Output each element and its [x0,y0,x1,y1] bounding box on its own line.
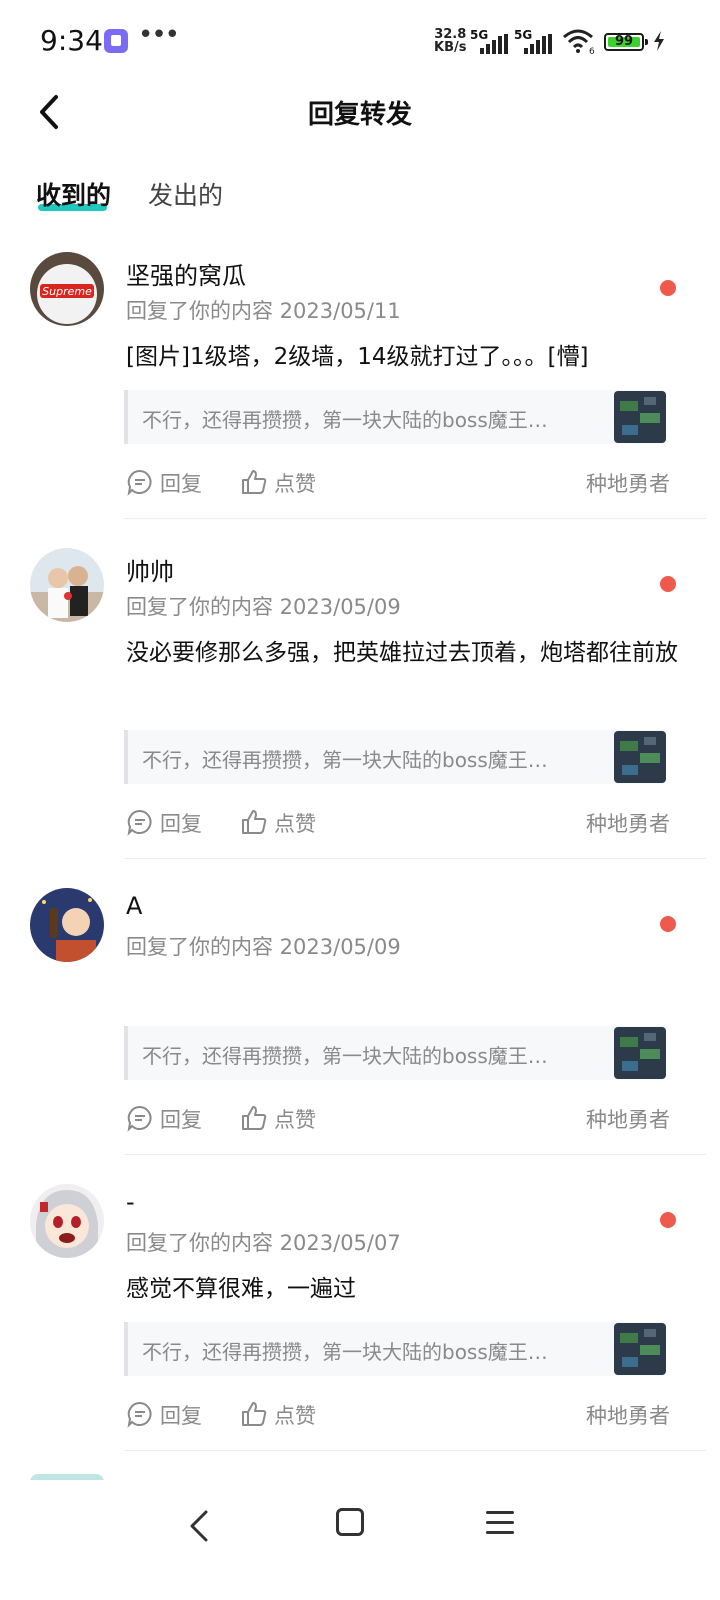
comment-icon [127,1401,152,1428]
comment-icon [127,469,152,496]
avatar[interactable] [30,1184,104,1258]
status-bar: 9:34 ••• 32.8 KB/s 5G 5G 6 99 [0,0,720,80]
like-label: 点赞 [274,1108,316,1132]
reply-meta: 回复了你的内容 2023/05/11 [126,299,401,323]
svg-text:Supreme: Supreme [42,285,92,298]
quoted-post-thumbnail [614,1027,666,1079]
status-time: 9:34 [40,24,103,57]
comment-icon [127,809,152,836]
quoted-post-text: 不行，还得再攒攒，第一块大陆的boss魔王… [142,1044,548,1068]
wifi-icon: 6 [563,29,595,54]
tab-sent[interactable]: 发出的 [148,176,223,212]
reply-text: 没必要修那么多强，把英雄拉过去顶着，炮塔都往前放 [126,640,678,666]
quoted-post[interactable]: 不行，还得再攒攒，第一块大陆的boss魔王… [124,1322,666,1376]
unread-dot [660,916,676,932]
avatar[interactable] [30,548,104,622]
reply-meta: 回复了你的内容 2023/05/09 [126,595,401,619]
divider [124,858,706,859]
reply-label: 回复 [160,1108,202,1132]
comment-icon [127,1105,152,1132]
reply-meta: 回复了你的内容 2023/05/09 [126,935,401,959]
reply-label: 回复 [160,472,202,496]
user-name[interactable]: 帅帅 [126,552,174,587]
user-name[interactable]: - [126,1188,135,1216]
like-label: 点赞 [274,1404,316,1428]
like-label: 点赞 [274,472,316,496]
quoted-post-thumbnail [614,1323,666,1375]
battery-level: 99 [614,34,634,49]
divider [124,518,706,519]
nav-home-icon[interactable] [336,1508,364,1536]
system-nav-bar [0,1480,720,1600]
thumbs-up-icon [242,810,267,834]
quoted-post[interactable]: 不行，还得再攒攒，第一块大陆的boss魔王… [124,730,666,784]
quoted-post-text: 不行，还得再攒攒，第一块大陆的boss魔王… [142,1340,548,1364]
divider [124,1450,706,1451]
network-speed: 32.8 KB/s [434,28,466,54]
post-author[interactable]: 种地勇者 [586,1400,670,1430]
battery-icon: 99 [604,33,648,51]
nav-back-icon[interactable] [186,1508,214,1544]
post-author[interactable]: 种地勇者 [586,468,670,498]
unread-dot [660,576,676,592]
thumbs-up-icon [242,470,267,494]
tab-received[interactable]: 收到的 [36,176,111,212]
quoted-post[interactable]: 不行，还得再攒攒，第一块大陆的boss魔王… [124,390,666,444]
quoted-post[interactable]: 不行，还得再攒攒，第一块大陆的boss魔王… [124,1026,666,1080]
avatar[interactable]: Supreme [30,252,104,326]
quoted-post-thumbnail [614,391,666,443]
user-name[interactable]: 坚强的窝瓜 [126,256,246,291]
reply-text: 感觉不算很难，一遍过 [126,1276,356,1302]
quoted-post-thumbnail [614,731,666,783]
reply-label: 回复 [160,1404,202,1428]
avatar[interactable] [30,888,104,962]
reply-meta: 回复了你的内容 2023/05/07 [126,1231,401,1255]
reply-label: 回复 [160,812,202,836]
thumbs-up-icon [242,1106,267,1130]
page-title: 回复转发 [307,100,412,130]
like-label: 点赞 [274,812,316,836]
post-author[interactable]: 种地勇者 [586,1104,670,1134]
reply-text: [图片]1级塔，2级墙，14级就打过了。。。[懵] [126,344,589,370]
network-speed-unit: KB/s [434,40,467,55]
more-notifications-icon: ••• [138,20,180,50]
unread-dot [660,280,676,296]
charging-icon [654,31,664,51]
quoted-post-text: 不行，还得再攒攒，第一块大陆的boss魔王… [142,748,548,772]
post-author[interactable]: 种地勇者 [586,808,670,838]
unread-dot [660,1212,676,1228]
user-name[interactable]: A [126,892,142,920]
divider [124,1154,706,1155]
app-notification-icon [104,29,128,53]
nav-recents-icon[interactable] [486,1509,514,1537]
wifi-badge: 6 [589,47,595,54]
quoted-post-text: 不行，还得再攒攒，第一块大陆的boss魔王… [142,408,548,432]
thumbs-up-icon [242,1402,267,1426]
